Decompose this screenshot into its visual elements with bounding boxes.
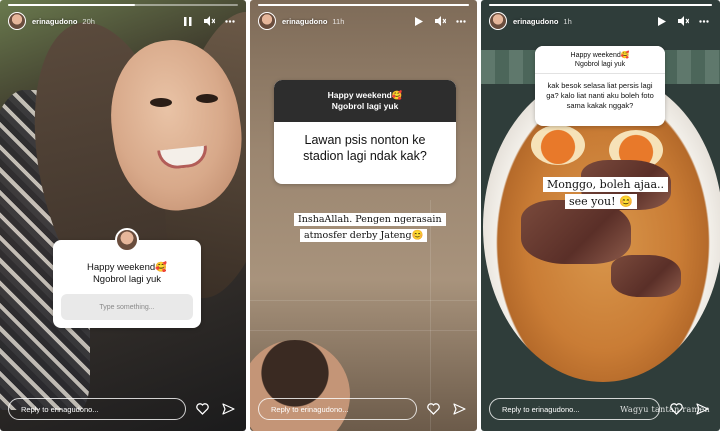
story-footer: Reply to erinagudono... xyxy=(8,397,238,421)
sticker-prompt: Happy weekend🥰 Ngobrol lagi yuk xyxy=(535,46,665,74)
story-progress-bar xyxy=(258,4,469,6)
story-progress-bar xyxy=(8,4,238,6)
question-sticker: Happy weekend🥰 Ngobrol lagi yuk kak beso… xyxy=(535,46,665,126)
username[interactable]: erinagudono xyxy=(282,17,327,26)
sticker-input[interactable]: Type something... xyxy=(61,294,193,320)
photo-eye xyxy=(150,98,172,107)
send-icon[interactable] xyxy=(449,399,469,419)
username[interactable]: erinagudono xyxy=(32,17,77,26)
heart-icon[interactable] xyxy=(423,399,443,419)
story-panel-1[interactable]: erinagudono 20h Happy weekend🥰 Ngobrol l… xyxy=(0,0,246,431)
answer-text-line-2: see you! 😊 xyxy=(565,194,637,209)
sticker-prompt-line-2: Ngobrol lagi yuk xyxy=(331,101,399,111)
sticker-prompt-line-2: Ngobrol lagi yuk xyxy=(574,61,626,68)
question-sticker: Happy weekend🥰 Ngobrol lagi yuk Lawan ps… xyxy=(274,80,456,184)
pause-icon[interactable] xyxy=(180,13,196,29)
story-header: erinagudono 11h xyxy=(258,10,469,32)
username[interactable]: erinagudono xyxy=(513,17,558,26)
question-sticker[interactable]: Happy weekend🥰 Ngobrol lagi yuk Type som… xyxy=(53,228,201,328)
story-progress-fill xyxy=(489,4,712,6)
send-icon[interactable] xyxy=(218,399,238,419)
story-footer: Reply to erinagudono... xyxy=(258,397,469,421)
avatar[interactable] xyxy=(489,12,507,30)
story-footer: Reply to erinagudono... xyxy=(489,397,712,421)
story-time: 20h xyxy=(82,16,95,26)
send-icon[interactable] xyxy=(692,399,712,419)
reply-input[interactable]: Reply to erinagudono... xyxy=(8,398,186,420)
sticker-prompt-line-1: Happy weekend🥰 xyxy=(570,52,630,59)
mute-icon[interactable] xyxy=(201,13,217,29)
answer-text-line-2: atmosfer derby Jateng😊 xyxy=(300,229,428,242)
avatar[interactable] xyxy=(8,12,26,30)
sticker-prompt-line-2: Ngobrol lagi yuk xyxy=(92,274,162,285)
heart-icon[interactable] xyxy=(666,399,686,419)
mute-icon[interactable] xyxy=(675,13,691,29)
answer-text-line-1: Monggo, boleh ajaa.. xyxy=(543,177,669,192)
photo-eye xyxy=(196,94,218,103)
answer-text-line-1: InshaAllah. Pengen ngerasain xyxy=(294,213,446,226)
wall-seam xyxy=(250,300,477,301)
story-header: erinagudono 20h xyxy=(8,10,238,32)
more-icon[interactable] xyxy=(453,13,469,29)
story-progress-bar xyxy=(489,4,712,6)
story-time: 11h xyxy=(332,16,345,26)
story-panel-2[interactable]: erinagudono 11h Happy weekend🥰 Ngobrol l… xyxy=(250,0,477,431)
more-icon[interactable] xyxy=(222,13,238,29)
photo-egg xyxy=(531,125,585,165)
sticker-prompt: Happy weekend🥰 Ngobrol lagi yuk xyxy=(274,80,456,122)
sticker-prompt-line-1: Happy weekend🥰 xyxy=(87,262,167,273)
photo-beef xyxy=(611,255,681,297)
story-panel-3[interactable]: erinagudono 1h Happy weekend🥰 Ngobrol la… xyxy=(481,0,720,431)
heart-icon[interactable] xyxy=(192,399,212,419)
story-header: erinagudono 1h xyxy=(489,10,712,32)
story-progress-fill xyxy=(8,4,135,6)
sticker-question: Lawan psis nonton ke stadion lagi ndak k… xyxy=(274,122,456,164)
more-icon[interactable] xyxy=(696,13,712,29)
reply-input[interactable]: Reply to erinagudono... xyxy=(489,398,660,420)
reply-input[interactable]: Reply to erinagudono... xyxy=(258,398,417,420)
mute-icon[interactable] xyxy=(432,13,448,29)
wall-seam xyxy=(250,330,477,331)
avatar[interactable] xyxy=(258,12,276,30)
story-progress-fill xyxy=(258,4,469,6)
story-time: 1h xyxy=(563,16,572,26)
sticker-prompt-line-1: Happy weekend🥰 xyxy=(327,90,403,100)
sticker-question: kak besok selasa liat persis lagi ga? ka… xyxy=(535,74,665,111)
sticker-avatar xyxy=(115,228,139,252)
play-icon[interactable] xyxy=(411,13,427,29)
play-icon[interactable] xyxy=(654,13,670,29)
